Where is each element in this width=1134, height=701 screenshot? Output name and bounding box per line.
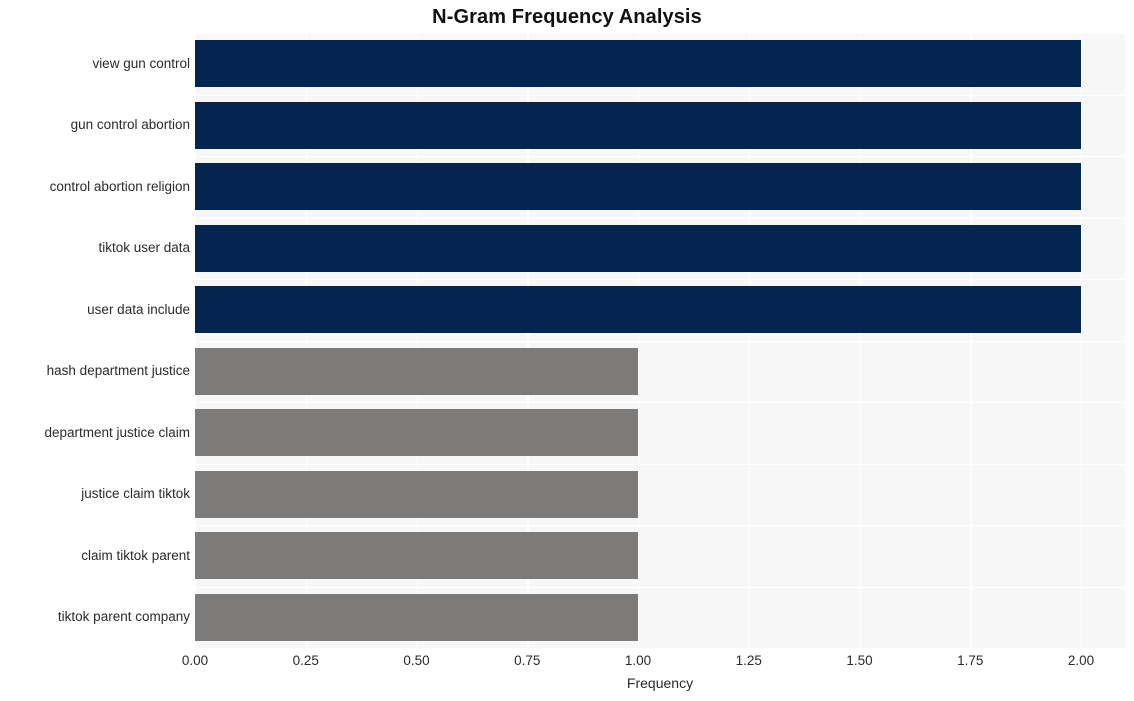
gridline-horizontal	[195, 586, 1125, 588]
y-axis-tick-label: hash department justice	[46, 363, 190, 379]
bar	[195, 593, 638, 641]
bar	[195, 347, 638, 395]
bar	[195, 224, 1081, 272]
gridline-horizontal	[195, 463, 1125, 465]
x-axis-tick-label: 1.50	[846, 653, 873, 668]
plot-area	[195, 33, 1125, 648]
x-axis-tick-label: 1.00	[624, 653, 652, 668]
x-axis-tick-label: 0.00	[181, 653, 209, 668]
gridline-horizontal	[195, 156, 1125, 158]
x-axis-tick-label: 1.75	[957, 653, 984, 668]
y-axis-tick-label: tiktok user data	[98, 240, 190, 256]
bar	[195, 163, 1081, 211]
y-axis-tick-label: department justice claim	[44, 424, 190, 440]
gridline-horizontal	[195, 94, 1125, 96]
gridline-horizontal	[195, 402, 1125, 404]
gridline-horizontal	[195, 217, 1125, 219]
x-axis-label: Frequency	[626, 675, 694, 691]
chart-title: N-Gram Frequency Analysis	[432, 6, 702, 28]
bar	[195, 286, 1081, 334]
x-axis-tick-label: 1.25	[735, 653, 762, 668]
x-axis-tick-label: 0.50	[403, 653, 430, 668]
bar	[195, 40, 1081, 88]
x-axis-tick-label: 0.25	[292, 653, 319, 668]
y-axis-tick-label: tiktok parent company	[57, 609, 190, 625]
y-axis-tick-label: view gun control	[92, 55, 190, 71]
gridline-horizontal	[195, 340, 1125, 342]
y-axis-tick-label: justice claim tiktok	[81, 486, 190, 502]
y-axis-tick-label: claim tiktok parent	[81, 547, 190, 563]
bar	[195, 470, 638, 518]
x-axis-tick-label: 2.00	[1067, 653, 1095, 668]
y-axis-tick-label: gun control abortion	[70, 117, 190, 133]
bar	[195, 409, 638, 457]
y-axis-tick-label: control abortion religion	[49, 178, 190, 194]
bar	[195, 532, 638, 580]
y-axis-tick-label: user data include	[87, 301, 190, 317]
gridline-horizontal	[195, 33, 1125, 35]
gridline-horizontal	[195, 279, 1125, 281]
x-axis-tick-label: 0.75	[514, 653, 541, 668]
chart-figure: N-Gram Frequency Analysis view gun contr…	[0, 0, 1134, 701]
gridline-horizontal	[195, 525, 1125, 527]
bar	[195, 101, 1081, 149]
